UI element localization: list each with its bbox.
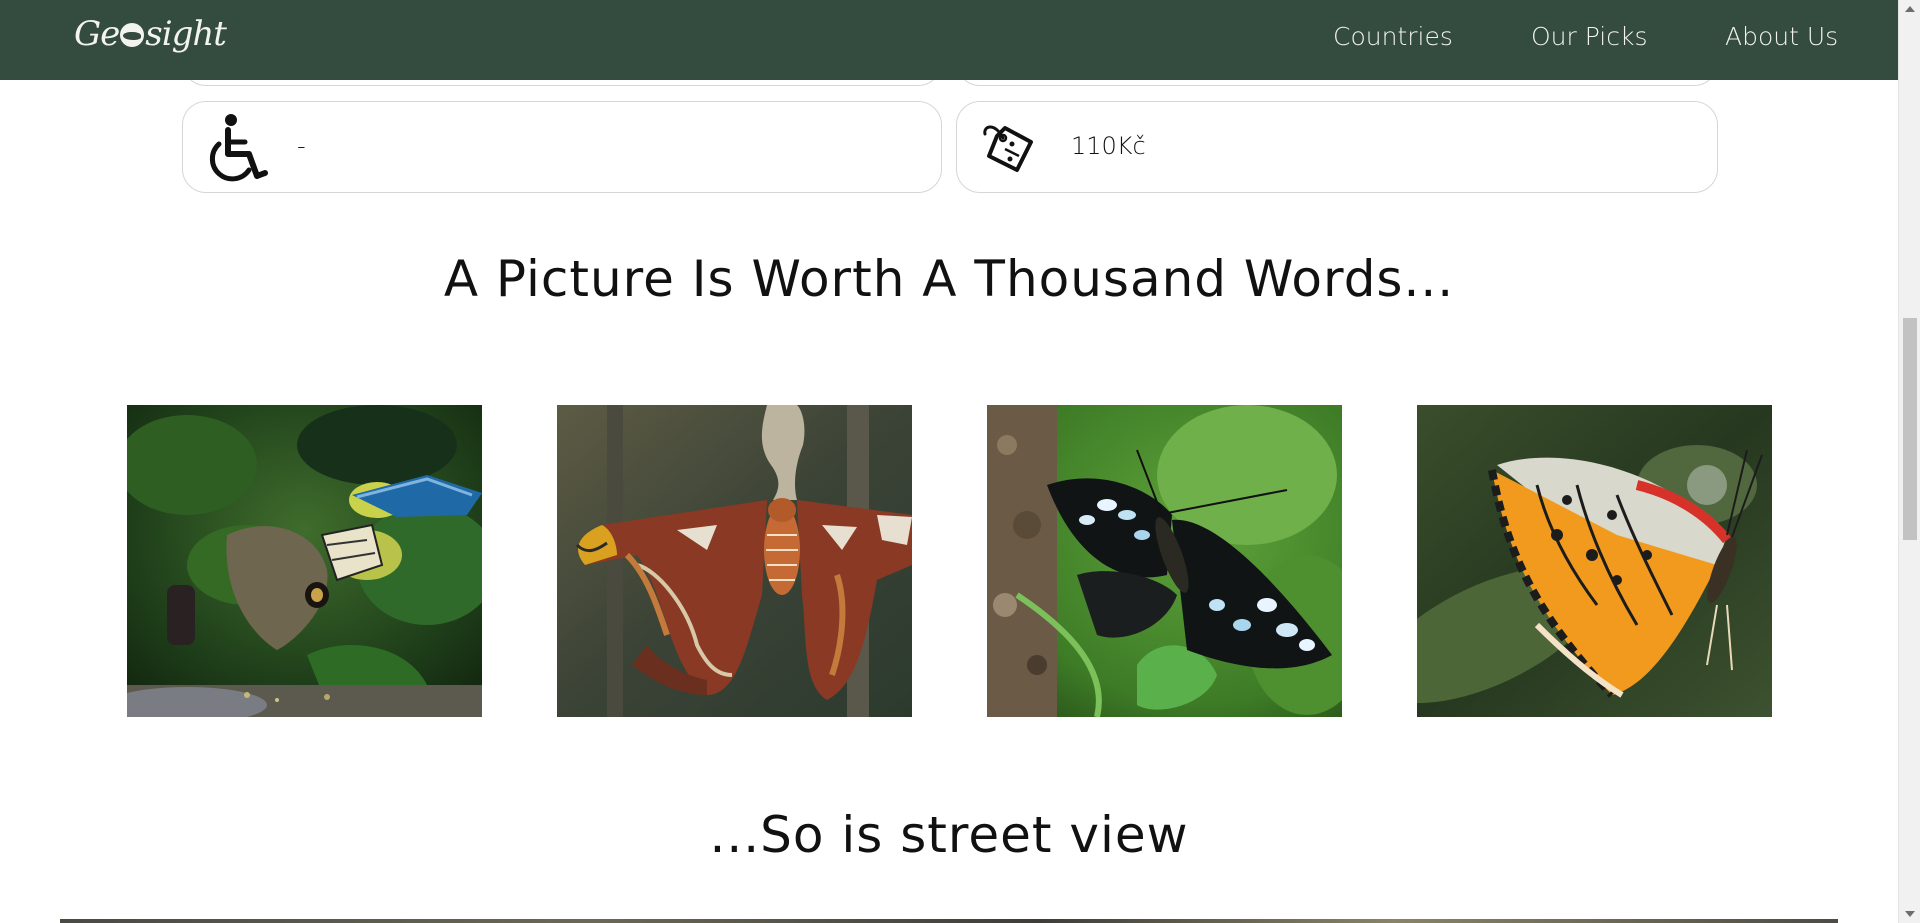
owl-butterfly-and-blue-morpho-photo[interactable]: [127, 405, 482, 717]
price-card: 110Kč: [956, 101, 1718, 193]
nav-link-our-picks[interactable]: Our Picks: [1531, 22, 1647, 51]
navbar: Ge sight Countries Our Picks About Us: [0, 0, 1898, 80]
globe-icon: [120, 23, 145, 47]
nav-link-about-us[interactable]: About Us: [1725, 22, 1838, 51]
scroll-down-arrow-icon[interactable]: [1905, 911, 1915, 917]
page-scrollbar[interactable]: [1898, 0, 1920, 923]
wheelchair-icon: [203, 112, 273, 184]
street-view-title: ...So is street view: [709, 806, 1189, 864]
nav-link-countries[interactable]: Countries: [1333, 22, 1453, 51]
leopard-lacewing-butterfly-photo[interactable]: [1417, 405, 1772, 717]
scroll-up-arrow-icon[interactable]: [1905, 6, 1915, 12]
site-logo[interactable]: Ge sight: [74, 12, 227, 56]
atlas-moth-photo[interactable]: [557, 405, 912, 717]
price-value: 110Kč: [1071, 132, 1146, 160]
logo-text-start: Ge: [74, 14, 120, 54]
accessibility-value: -: [297, 132, 306, 160]
blue-clipper-butterfly-photo[interactable]: [987, 405, 1342, 717]
scrollbar-thumb[interactable]: [1903, 318, 1917, 540]
accessibility-card: -: [182, 101, 942, 193]
gallery-title: A Picture Is Worth A Thousand Words...: [443, 250, 1455, 308]
street-view-frame[interactable]: [60, 919, 1838, 923]
logo-text-end: sight: [145, 14, 227, 54]
page: Gesight Countries Our Picks About Us -: [0, 0, 1920, 923]
price-tag-icon: [979, 118, 1049, 190]
